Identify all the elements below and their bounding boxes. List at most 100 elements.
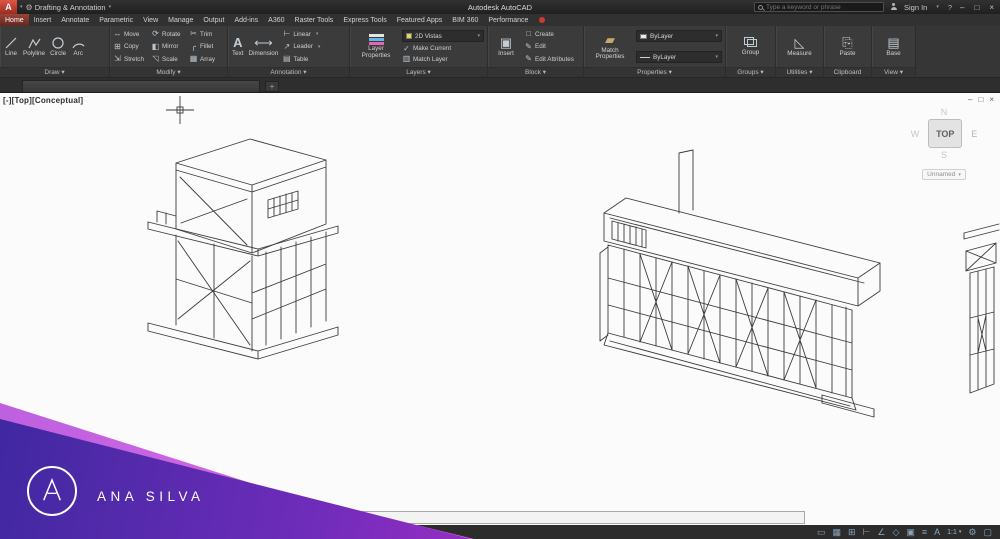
paste-button[interactable]: ⎘ Paste: [827, 28, 868, 65]
copy-button[interactable]: ⊞ Copy: [113, 43, 148, 51]
tab-a360[interactable]: A360: [263, 14, 289, 26]
new-drawing-tab-button[interactable]: +: [265, 81, 279, 92]
viewcube-west[interactable]: W: [911, 129, 920, 139]
drawing-canvas[interactable]: [-][Top][Conceptual] – □ × N W TOP E S U…: [0, 93, 1000, 525]
viewport-controls-label[interactable]: [-][Top][Conceptual]: [3, 96, 83, 105]
workspace-dropdown-arrow-icon[interactable]: ▾: [109, 4, 112, 10]
tab-view[interactable]: View: [138, 14, 163, 26]
group-button[interactable]: Group: [729, 28, 772, 65]
tab-output[interactable]: Output: [198, 14, 229, 26]
panel-modify-label[interactable]: Modify ▾: [110, 67, 227, 77]
command-line[interactable]: [358, 511, 805, 524]
measure-button[interactable]: ◺ Measure: [779, 28, 820, 65]
panel-properties-label[interactable]: Properties ▾: [584, 67, 725, 77]
panel-layers-label[interactable]: Layers ▾: [350, 67, 487, 77]
panel-groups-label[interactable]: Groups ▾: [726, 67, 775, 77]
text-button[interactable]: A Text: [231, 28, 245, 65]
help-icon[interactable]: ?: [948, 3, 952, 12]
panel-annotation-label[interactable]: Annotation ▾: [228, 67, 349, 77]
lineweight-icon[interactable]: ≡: [922, 527, 927, 537]
match-layer-button[interactable]: ▥ Match Layer: [402, 55, 484, 63]
viewport-restore-button[interactable]: □: [978, 95, 983, 104]
minimize-button[interactable]: –: [958, 3, 966, 12]
panel-clipboard-label[interactable]: Clipboard: [824, 67, 871, 77]
tab-performance[interactable]: Performance: [483, 14, 533, 26]
ortho-icon[interactable]: ⊢: [863, 527, 871, 537]
leader-button[interactable]: ↗ Leader ▾: [282, 43, 346, 51]
create-block-button[interactable]: □ Create: [524, 30, 580, 38]
base-view-button[interactable]: ▤ Base: [875, 28, 912, 65]
workspace-switch-gear-icon[interactable]: ⚙: [968, 527, 976, 537]
object-color-value: ByLayer: [650, 32, 674, 40]
panel-view-label[interactable]: View ▾: [872, 67, 915, 77]
panel-draw-label[interactable]: Draw ▾: [0, 67, 109, 77]
isodraft-icon[interactable]: ◇: [892, 527, 899, 537]
panel-utilities-label[interactable]: Utilities ▾: [776, 67, 823, 77]
polyline-button[interactable]: Polyline: [22, 28, 46, 65]
table-button[interactable]: ▤ Table: [282, 55, 346, 63]
edit-attributes-label: Edit Attributes: [535, 55, 574, 63]
panel-modify: ↔ Move ⟳ Rotate ✂ Trim ⊞ Copy ◧ Mirror ╭ Fille…: [110, 26, 228, 77]
tab-raster-tools[interactable]: Raster Tools: [290, 14, 339, 26]
named-views-dropdown[interactable]: Unnamed ▾: [922, 169, 966, 180]
linear-button[interactable]: ⊢ Linear ▾: [282, 30, 346, 38]
autocad-app-icon[interactable]: A: [0, 0, 17, 14]
mirror-button[interactable]: ◧ Mirror: [151, 43, 186, 51]
viewcube-south[interactable]: S: [941, 150, 947, 160]
osnap-icon[interactable]: ▣: [906, 527, 915, 537]
sign-in-button[interactable]: Sign In: [904, 3, 927, 12]
insert-button[interactable]: ▣ Insert: [491, 28, 521, 65]
object-color-dropdown[interactable]: ByLayer ▾: [636, 30, 722, 42]
array-button[interactable]: ▦ Array: [189, 55, 224, 63]
viewcube-top-face[interactable]: TOP: [928, 119, 963, 148]
close-button[interactable]: ×: [987, 3, 996, 12]
tab-insert[interactable]: Insert: [29, 14, 57, 26]
line-button[interactable]: Line: [3, 28, 19, 65]
snap-icon[interactable]: ⊞: [848, 527, 856, 537]
clean-screen-icon[interactable]: ▢: [983, 527, 992, 537]
rotate-button[interactable]: ⟳ Rotate: [151, 30, 186, 38]
tab-manage[interactable]: Manage: [163, 14, 198, 26]
tab-express-tools[interactable]: Express Tools: [338, 14, 391, 26]
arc-button[interactable]: Arc: [70, 28, 86, 65]
quick-access-arrow-icon[interactable]: ▾: [20, 4, 23, 10]
viewcube-north[interactable]: N: [941, 107, 948, 117]
drawing-tab[interactable]: [22, 80, 260, 92]
annotation-visibility-icon[interactable]: A: [934, 527, 940, 537]
edit-attributes-button[interactable]: ✎ Edit Attributes: [524, 55, 580, 63]
leader-arrow-icon[interactable]: ▾: [318, 44, 321, 50]
panel-block-label[interactable]: Block ▾: [488, 67, 583, 77]
grid-icon[interactable]: ▦: [832, 527, 841, 537]
tab-annotate[interactable]: Annotate: [56, 14, 94, 26]
restore-button[interactable]: □: [972, 3, 981, 12]
linetype-dropdown[interactable]: ByLayer ▾: [636, 51, 722, 63]
viewcube-east[interactable]: E: [971, 129, 977, 139]
tab-parametric[interactable]: Parametric: [94, 14, 138, 26]
search-input[interactable]: [765, 3, 876, 11]
tab-add-ins[interactable]: Add-ins: [229, 14, 263, 26]
trim-button[interactable]: ✂ Trim: [189, 30, 224, 38]
move-button[interactable]: ↔ Move: [113, 30, 148, 38]
tab-bim360[interactable]: BIM 360: [447, 14, 483, 26]
fillet-button[interactable]: ╭ Fillet: [189, 43, 224, 51]
stretch-button[interactable]: ⇲ Stretch: [113, 55, 148, 63]
viewcube[interactable]: N W TOP E S Unnamed ▾: [902, 107, 986, 180]
polar-tracking-icon[interactable]: ∠: [877, 527, 885, 537]
scale-button[interactable]: ◹ Scale: [151, 55, 186, 63]
annotation-scale-control[interactable]: 1:1 ▾: [947, 529, 961, 536]
viewport-close-button[interactable]: ×: [989, 95, 994, 104]
tab-home[interactable]: Home: [0, 14, 29, 26]
layer-state-dropdown[interactable]: 2D Vistas ▾: [402, 30, 484, 42]
workspace-switcher[interactable]: Drafting & Annotation: [35, 3, 106, 12]
model-space-icon[interactable]: ▭: [817, 527, 826, 537]
circle-button[interactable]: Circle: [49, 28, 67, 65]
sign-in-arrow-icon[interactable]: ▾: [936, 4, 939, 10]
tab-featured-apps[interactable]: Featured Apps: [392, 14, 448, 26]
edit-block-button[interactable]: ✎ Edit: [524, 43, 580, 51]
dimension-button[interactable]: ⟷ Dimension: [248, 28, 280, 65]
make-current-button[interactable]: ✓ Make Current: [402, 45, 484, 53]
layer-properties-button[interactable]: Layer Properties: [353, 28, 399, 65]
linear-arrow-icon[interactable]: ▾: [316, 31, 319, 37]
viewport-minimize-button[interactable]: –: [968, 95, 972, 104]
match-properties-button[interactable]: ▰ Match Properties: [587, 28, 633, 65]
